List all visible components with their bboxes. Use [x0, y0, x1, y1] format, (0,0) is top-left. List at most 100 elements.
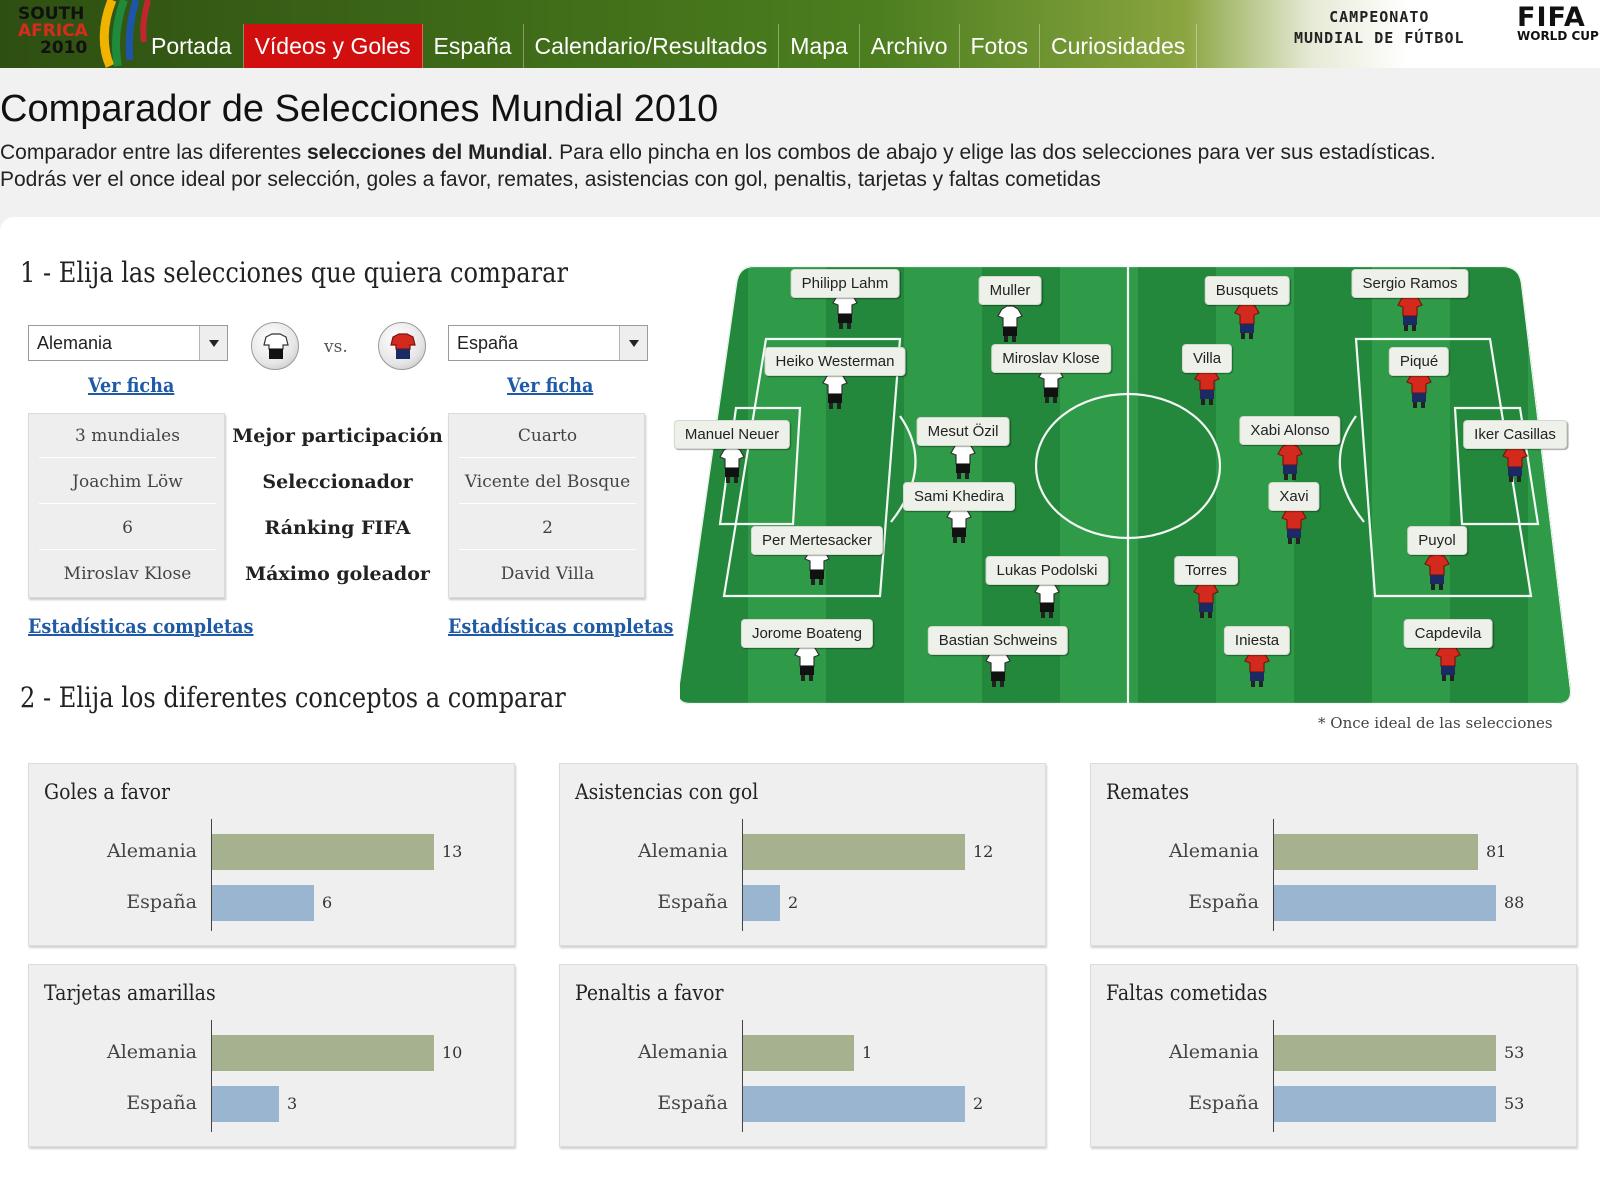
player-label[interactable]: Villa [1181, 344, 1233, 373]
player-shirt-icon [1395, 294, 1425, 334]
chevron-down-icon[interactable] [199, 326, 227, 360]
team-a-ver-ficha-link[interactable]: Ver ficha [88, 373, 174, 397]
chart-value-label: 13 [442, 842, 463, 861]
player-label[interactable]: Piqué [1388, 347, 1450, 376]
nav-item-4[interactable]: Mapa [779, 24, 860, 68]
player-shirt-icon [1242, 650, 1272, 690]
chart-category-label: Alemania [637, 840, 728, 862]
team-b-stats-link[interactable]: Estadísticas completas [448, 614, 673, 638]
player-shirt-icon [1279, 507, 1309, 547]
campeonato-line-1: CAMPEONATO [1329, 8, 1430, 26]
nav-item-5[interactable]: Archivo [860, 24, 960, 68]
player-shirt-icon [944, 506, 974, 546]
team-a-info-box: 3 mundiales Joachim Löw 6 Miroslav Klose [28, 413, 225, 598]
nav-item-1[interactable]: Vídeos y Goles [243, 24, 423, 68]
chart-box[interactable]: Goles a favor Alemania 13 España 6 [28, 763, 515, 946]
chart-box[interactable]: Tarjetas amarillas Alemania 10 España 3 [28, 964, 515, 1147]
player-label[interactable]: Mesut Özil [916, 417, 1010, 446]
chart-value-label: 81 [1486, 842, 1507, 861]
chart-box[interactable]: Penaltis a favor Alemania 1 España 2 [559, 964, 1046, 1147]
chart-value-label: 53 [1504, 1094, 1525, 1113]
intro-line-1-end: . Para ello pincha en los combos de abaj… [547, 141, 1436, 164]
chart-title: Goles a favor [44, 780, 171, 804]
intro-line-1-bold: selecciones del Mundial [307, 141, 548, 164]
player-label[interactable]: Puyol [1407, 526, 1467, 555]
chart-title: Faltas cometidas [1106, 981, 1268, 1005]
chart-title: Remates [1106, 780, 1190, 804]
player-shirt-icon [983, 650, 1013, 690]
chart-box[interactable]: Asistencias con gol Alemania 12 España 2 [559, 763, 1046, 946]
player-label[interactable]: Lukas Podolski [985, 556, 1109, 585]
campeonato-line-2: MUNDIAL DE FÚTBOL [1294, 29, 1465, 47]
player-label[interactable]: Xabi Alonso [1239, 416, 1341, 445]
chart-category-label: Alemania [106, 840, 197, 862]
player-label[interactable]: Muller [978, 276, 1042, 305]
team-a-select[interactable]: Alemania [28, 325, 228, 361]
nav-item-2[interactable]: España [423, 24, 524, 68]
player-shirt-icon [1191, 581, 1221, 621]
nav-item-7[interactable]: Curiosidades [1040, 24, 1198, 68]
player-label[interactable]: Sergio Ramos [1351, 269, 1469, 298]
nav-item-0[interactable]: Portada [140, 24, 244, 68]
main-nav: Portada Vídeos y Goles España Calendario/Re… [140, 24, 1198, 68]
label-coach: Seleccionador [262, 471, 413, 493]
team-b-ver-ficha-link[interactable]: Ver ficha [507, 373, 593, 397]
chart-value-label: 6 [322, 893, 333, 912]
player-label[interactable]: Torres [1174, 556, 1238, 585]
campeonato-label: CAMPEONATO MUNDIAL DE FÚTBOL [1294, 7, 1465, 49]
vs-label: vs. [324, 337, 348, 357]
player-label[interactable]: Philipp Lahm [790, 269, 900, 298]
player-label[interactable]: Bastian Schweins [927, 626, 1069, 655]
chart-category-label: España [1188, 1092, 1259, 1114]
player-label[interactable]: Xavi [1268, 482, 1320, 511]
chart-bar [212, 885, 314, 921]
player-label[interactable]: Iniesta [1223, 626, 1291, 655]
player-label[interactable]: Sami Khedira [902, 482, 1016, 511]
player-shirt-icon [1275, 443, 1305, 483]
player-shirt-icon [1422, 553, 1452, 593]
fifa-world-cup-logo[interactable]: FIFA WORLD CUP [1517, 2, 1599, 43]
player-shirt-icon [1032, 581, 1062, 621]
logo-line-3: 2010 [40, 38, 88, 58]
chart-bar [212, 1086, 279, 1122]
chart-box[interactable]: Faltas cometidas Alemania 53 España 53 [1090, 964, 1577, 1147]
intro-line-1: Comparador entre las diferentes seleccio… [0, 139, 1436, 166]
spain-shirt-badge [378, 322, 426, 370]
chart-category-label: Alemania [637, 1041, 728, 1063]
player-shirt-icon [1433, 644, 1463, 684]
player-shirt-icon [792, 644, 822, 684]
chart-category-label: España [657, 891, 728, 913]
player-shirt-icon [1404, 371, 1434, 411]
chart-category-label: España [1188, 891, 1259, 913]
chart-value-label: 3 [287, 1094, 298, 1113]
player-shirt-icon [830, 292, 860, 332]
team-a-stats-link[interactable]: Estadísticas completas [28, 614, 253, 638]
chart-value-label: 12 [973, 842, 994, 861]
player-label[interactable]: Miroslav Klose [991, 344, 1111, 373]
chart-value-label: 88 [1504, 893, 1525, 912]
player-label[interactable]: Busquets [1204, 276, 1290, 305]
player-label[interactable]: Capdevila [1403, 619, 1493, 648]
nav-item-6[interactable]: Fotos [960, 24, 1041, 68]
player-label[interactable]: Manuel Neuer [673, 420, 791, 449]
chart-bar [1274, 885, 1496, 921]
team-a-selected-value: Alemania [37, 333, 113, 353]
nav-item-3[interactable]: Calendario/Resultados [524, 24, 780, 68]
team-b-select[interactable]: España [448, 325, 648, 361]
chart-box[interactable]: Remates Alemania 81 España 88 [1090, 763, 1577, 946]
player-label[interactable]: Per Mertesacker [750, 526, 884, 555]
chart-value-label: 2 [973, 1094, 984, 1113]
section-2-title: 2 - Elija los diferentes conceptos a com… [20, 681, 566, 714]
team-b-coach: Vicente del Bosque [459, 460, 636, 504]
player-label[interactable]: Iker Casillas [1463, 420, 1567, 449]
team-a-top-scorer: Miroslav Klose [63, 564, 192, 584]
chart-bar [1274, 1035, 1496, 1071]
player-label[interactable]: Heiko Westerman [764, 347, 906, 376]
chart-value-label: 2 [788, 893, 799, 912]
team-a-coach: Joachim Löw [39, 460, 216, 504]
chart-title: Asistencias con gol [575, 780, 759, 804]
player-label[interactable]: Jorome Boateng [740, 619, 874, 648]
label-best-participation: Mejor participación [232, 425, 443, 447]
chevron-down-icon[interactable] [619, 326, 647, 360]
player-shirt-icon [1232, 302, 1262, 342]
